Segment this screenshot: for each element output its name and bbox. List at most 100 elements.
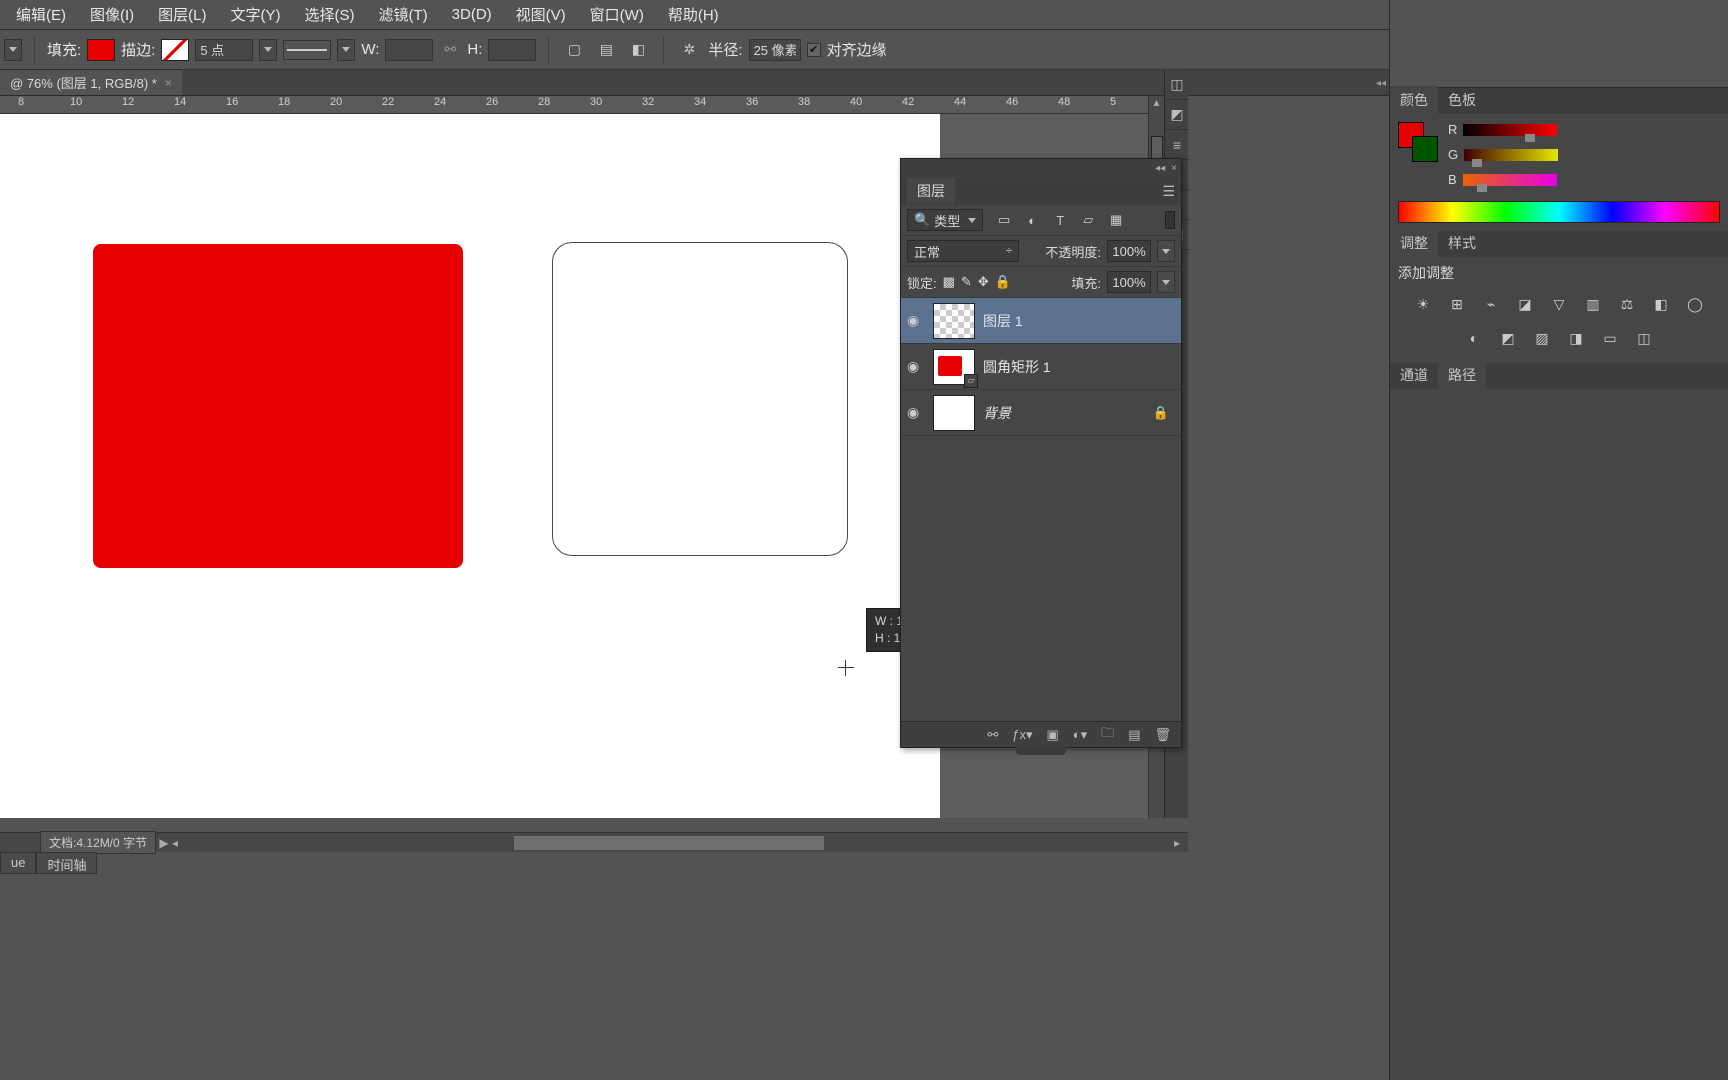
menu-3d[interactable]: 3D(D) bbox=[440, 2, 504, 27]
lock-image-icon[interactable]: ✎ bbox=[961, 274, 972, 290]
layers-tab[interactable]: 图层 bbox=[907, 178, 955, 204]
close-icon[interactable]: × bbox=[1171, 163, 1177, 174]
color-spectrum-bar[interactable] bbox=[1398, 201, 1720, 223]
document-tab[interactable]: @ 76% (图层 1, RGB/8) * × bbox=[0, 69, 182, 95]
stroke-style-dropdown[interactable] bbox=[337, 39, 355, 61]
background-color[interactable] bbox=[1412, 136, 1438, 162]
filter-adjust-icon[interactable]: ◐ bbox=[1023, 211, 1041, 229]
adj-gradient-map-icon[interactable]: ▭ bbox=[1597, 325, 1623, 351]
adj-brightness-icon[interactable]: ☀ bbox=[1410, 291, 1436, 317]
tab-swatches[interactable]: 色板 bbox=[1438, 86, 1486, 114]
blend-mode-select[interactable]: 正常÷ bbox=[907, 240, 1019, 262]
layer-name[interactable]: 图层 1 bbox=[983, 311, 1023, 331]
gear-icon[interactable]: ✲ bbox=[676, 37, 702, 63]
foreground-background-swatch[interactable] bbox=[1398, 122, 1438, 162]
adj-balance-icon[interactable]: ⚖ bbox=[1614, 291, 1640, 317]
menu-layer[interactable]: 图层(L) bbox=[146, 0, 218, 29]
visibility-toggle-icon[interactable]: ◉ bbox=[907, 404, 925, 421]
hscroll-right-arrow-icon[interactable]: ▸ bbox=[1174, 836, 1188, 850]
fill-dropdown[interactable] bbox=[1157, 271, 1175, 293]
layer-thumbnail[interactable] bbox=[933, 395, 975, 431]
dock-icon-1[interactable]: ◫ bbox=[1165, 70, 1189, 100]
b-slider[interactable] bbox=[1463, 174, 1557, 186]
close-tab-icon[interactable]: × bbox=[165, 76, 172, 90]
layer-thumbnail[interactable] bbox=[933, 303, 975, 339]
layers-panel-titlebar[interactable]: ◂◂ × bbox=[901, 159, 1181, 177]
tab-paths[interactable]: 路径 bbox=[1438, 361, 1486, 389]
opacity-input[interactable]: 100% bbox=[1107, 240, 1151, 262]
visibility-toggle-icon[interactable]: ◉ bbox=[907, 358, 925, 375]
adj-channel-mixer-icon[interactable]: ◐ bbox=[1461, 325, 1487, 351]
menu-edit[interactable]: 编辑(E) bbox=[4, 0, 78, 29]
r-slider[interactable] bbox=[1463, 124, 1557, 136]
adj-vibrance-icon[interactable]: ▽ bbox=[1546, 291, 1572, 317]
adj-posterize-icon[interactable]: ▨ bbox=[1529, 325, 1555, 351]
scroll-up-arrow-icon[interactable]: ▲ bbox=[1149, 96, 1164, 110]
group-icon[interactable]: 🗀 bbox=[1101, 724, 1114, 746]
hscroll-thumb[interactable] bbox=[514, 836, 824, 850]
layer-item[interactable]: ◉ 图层 1 bbox=[901, 298, 1181, 344]
opacity-dropdown[interactable] bbox=[1157, 240, 1175, 262]
height-input[interactable] bbox=[488, 39, 536, 61]
menu-help[interactable]: 帮助(H) bbox=[656, 0, 731, 29]
align-edges-checkbox[interactable]: ✔ bbox=[807, 43, 821, 57]
visibility-toggle-icon[interactable]: ◉ bbox=[907, 312, 925, 329]
adj-levels-icon[interactable]: ⊞ bbox=[1444, 291, 1470, 317]
menu-view[interactable]: 视图(V) bbox=[504, 0, 578, 29]
fill-input[interactable]: 100% bbox=[1107, 271, 1151, 293]
adj-selective-icon[interactable]: ◫ bbox=[1631, 325, 1657, 351]
dock-collapse-icon[interactable]: ◂◂ bbox=[1376, 78, 1386, 89]
adj-bw-icon[interactable]: ◧ bbox=[1648, 291, 1674, 317]
layer-thumbnail[interactable]: ▱ bbox=[933, 349, 975, 385]
g-slider[interactable] bbox=[1464, 149, 1558, 161]
path-align-icon[interactable]: ▤ bbox=[593, 37, 619, 63]
new-layer-icon[interactable]: ▤ bbox=[1128, 727, 1140, 743]
fx-icon[interactable]: ƒx▾ bbox=[1012, 727, 1032, 743]
stroke-swatch[interactable] bbox=[161, 39, 189, 61]
stroke-style-picker[interactable] bbox=[283, 40, 331, 60]
filter-type-select[interactable]: 🔍 类型 bbox=[907, 209, 983, 231]
hscroll-left-arrow-icon[interactable]: ◂ bbox=[172, 836, 186, 850]
layer-name[interactable]: 背景 bbox=[983, 403, 1011, 423]
menu-filter[interactable]: 滤镜(T) bbox=[367, 0, 440, 29]
path-arrange-icon[interactable]: ◧ bbox=[625, 37, 651, 63]
fill-swatch[interactable] bbox=[87, 39, 115, 61]
adj-curves-icon[interactable]: ⌁ bbox=[1478, 291, 1504, 317]
footer-tab-timeline[interactable]: 时间轴 bbox=[36, 852, 97, 874]
filter-type-icon[interactable]: T bbox=[1051, 211, 1069, 229]
filter-shape-icon[interactable]: ▱ bbox=[1079, 211, 1097, 229]
delete-layer-icon[interactable]: 🗑 bbox=[1154, 727, 1171, 743]
link-wh-icon[interactable]: ⚯ bbox=[439, 39, 461, 61]
adj-exposure-icon[interactable]: ◪ bbox=[1512, 291, 1538, 317]
dock-icon-2[interactable]: ◩ bbox=[1165, 100, 1189, 130]
filter-pixel-icon[interactable]: ▭ bbox=[995, 211, 1013, 229]
document-info[interactable]: 文档:4.12M/0 字节 bbox=[40, 831, 156, 854]
layer-item[interactable]: ◉ 背景 🔒 bbox=[901, 390, 1181, 436]
collapse-icon[interactable]: ◂◂ bbox=[1155, 163, 1165, 174]
adj-invert-icon[interactable]: ◩ bbox=[1495, 325, 1521, 351]
adj-photo-filter-icon[interactable]: ◯ bbox=[1682, 291, 1708, 317]
panel-resize-grip[interactable] bbox=[1016, 747, 1066, 755]
adj-hue-icon[interactable]: ▥ bbox=[1580, 291, 1606, 317]
menu-select[interactable]: 选择(S) bbox=[293, 0, 367, 29]
stroke-width-dropdown[interactable] bbox=[259, 39, 277, 61]
tab-adjustments[interactable]: 调整 bbox=[1390, 229, 1438, 257]
menu-type[interactable]: 文字(Y) bbox=[219, 0, 293, 29]
status-arrow-icon[interactable]: ▶ bbox=[156, 836, 172, 850]
adj-threshold-icon[interactable]: ◨ bbox=[1563, 325, 1589, 351]
lock-transparent-icon[interactable]: ▩ bbox=[943, 274, 955, 290]
panel-menu-icon[interactable]: ☰ bbox=[1156, 179, 1181, 204]
tab-styles[interactable]: 样式 bbox=[1438, 229, 1486, 257]
lock-all-icon[interactable]: 🔒 bbox=[995, 274, 1011, 290]
link-layers-icon[interactable]: ⚯ bbox=[987, 727, 998, 743]
layer-name[interactable]: 圆角矩形 1 bbox=[983, 357, 1051, 377]
menu-window[interactable]: 窗口(W) bbox=[578, 0, 656, 29]
dock-icon-3[interactable]: ≡ bbox=[1165, 130, 1189, 160]
horizontal-scrollbar[interactable] bbox=[194, 836, 1166, 850]
width-input[interactable] bbox=[385, 39, 433, 61]
adjustment-layer-icon[interactable]: ◐▾ bbox=[1073, 727, 1087, 743]
footer-tab-1[interactable]: ue bbox=[0, 852, 36, 874]
layer-item[interactable]: ◉ ▱ 圆角矩形 1 bbox=[901, 344, 1181, 390]
filter-toggle-switch[interactable] bbox=[1165, 211, 1175, 229]
tool-preset-dropdown[interactable] bbox=[4, 39, 22, 61]
